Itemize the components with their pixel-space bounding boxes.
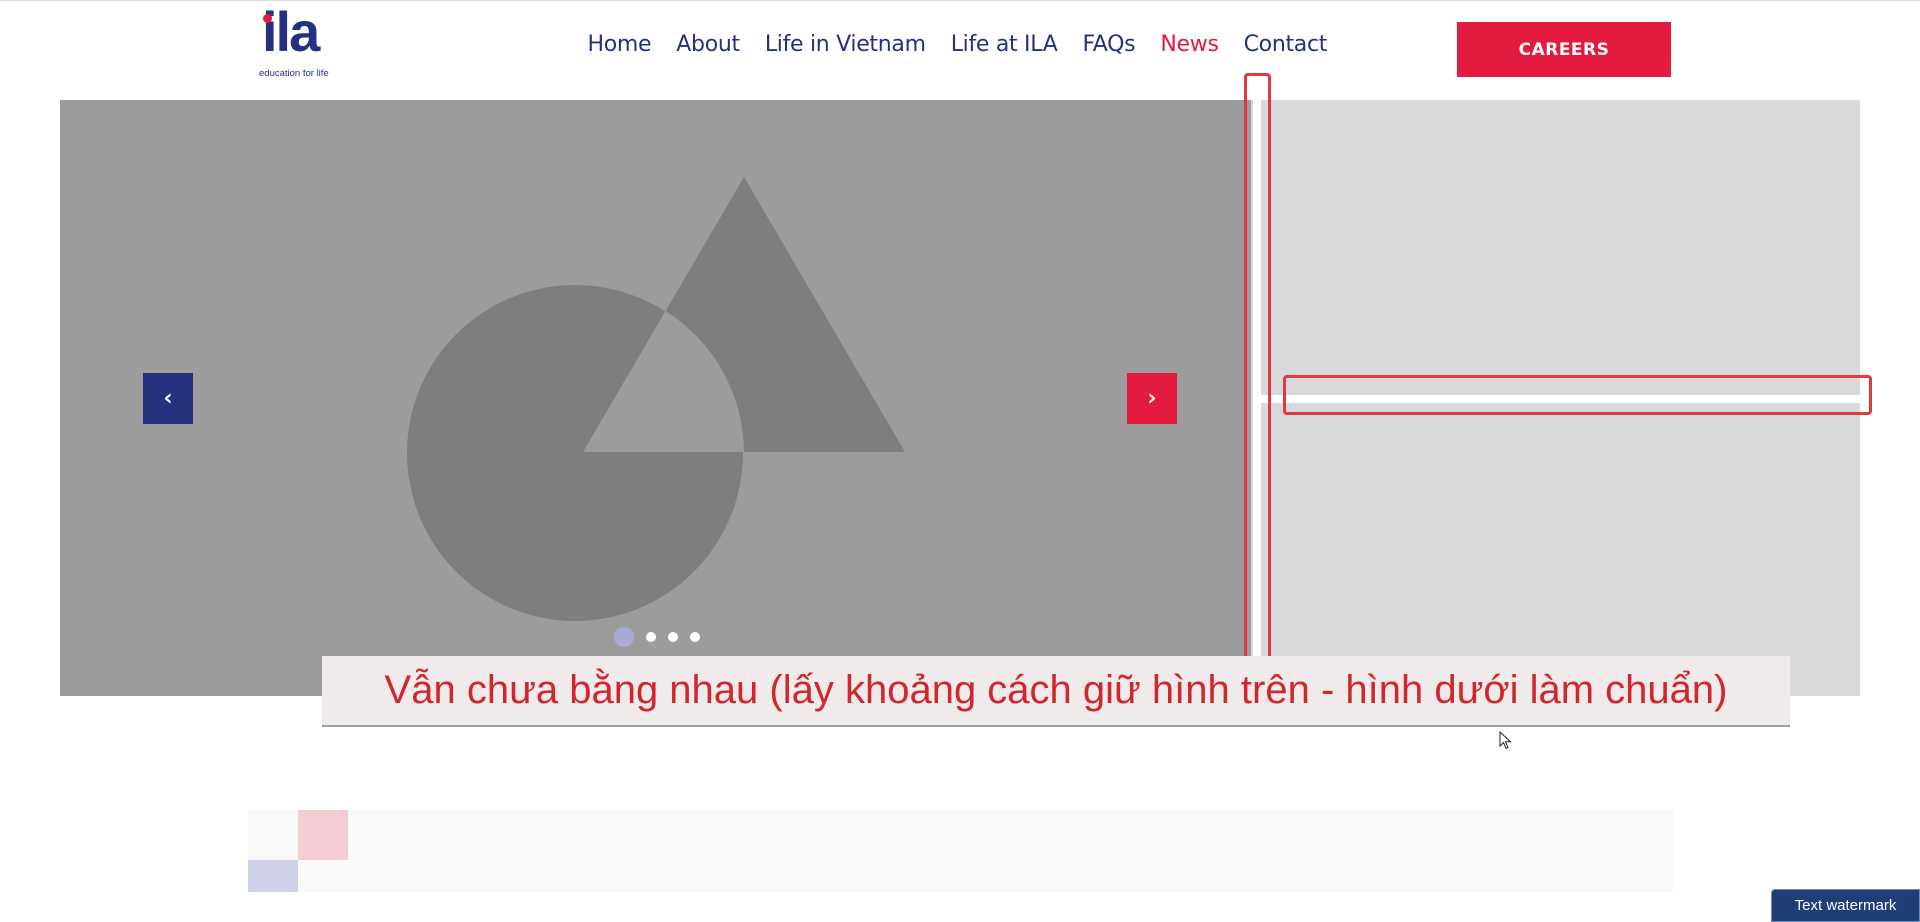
content-band bbox=[248, 810, 1673, 892]
chevron-left-icon: ‹ bbox=[163, 386, 173, 411]
nav-item-contact[interactable]: Contact bbox=[1231, 32, 1340, 57]
logo-tagline: education for life bbox=[259, 68, 329, 79]
mouse-cursor-icon bbox=[1499, 731, 1512, 750]
annotation-box-vertical bbox=[1244, 73, 1271, 671]
slider-dot-2[interactable] bbox=[646, 632, 656, 642]
nav-item-faqs[interactable]: FAQs bbox=[1070, 32, 1148, 57]
nav-item-news[interactable]: News bbox=[1148, 32, 1231, 57]
annotation-box-horizontal bbox=[1283, 375, 1872, 415]
slider-dot-4[interactable] bbox=[690, 632, 700, 642]
main-nav: Home About Life in Vietnam Life at ILA F… bbox=[575, 32, 1340, 57]
hero-slide-image bbox=[60, 100, 1251, 696]
slider-dot-1[interactable] bbox=[614, 627, 634, 647]
slider-pagination bbox=[614, 627, 700, 647]
logo-dot bbox=[263, 14, 272, 23]
logo-wordmark: ila bbox=[262, 0, 320, 63]
ila-logo[interactable]: ila education for life bbox=[258, 4, 329, 82]
annotation-note: Vẫn chưa bằng nhau (lấy khoảng cách giữ … bbox=[322, 656, 1790, 727]
nav-item-home[interactable]: Home bbox=[575, 32, 664, 57]
chevron-right-icon: › bbox=[1147, 386, 1157, 411]
image-placeholder-icon bbox=[407, 177, 905, 621]
decorative-square-pink bbox=[298, 810, 348, 860]
nav-item-life-in-vietnam[interactable]: Life in Vietnam bbox=[752, 32, 938, 57]
decorative-square-blue bbox=[248, 860, 298, 892]
nav-item-about[interactable]: About bbox=[664, 32, 753, 57]
slider-next-button[interactable]: › bbox=[1127, 373, 1177, 424]
careers-button[interactable]: CAREERS bbox=[1457, 22, 1671, 77]
nav-item-life-at-ila[interactable]: Life at ILA bbox=[938, 32, 1070, 57]
slider-dot-3[interactable] bbox=[668, 632, 678, 642]
slider-prev-button[interactable]: ‹ bbox=[143, 373, 193, 424]
text-watermark-badge: Text watermark bbox=[1771, 889, 1920, 922]
